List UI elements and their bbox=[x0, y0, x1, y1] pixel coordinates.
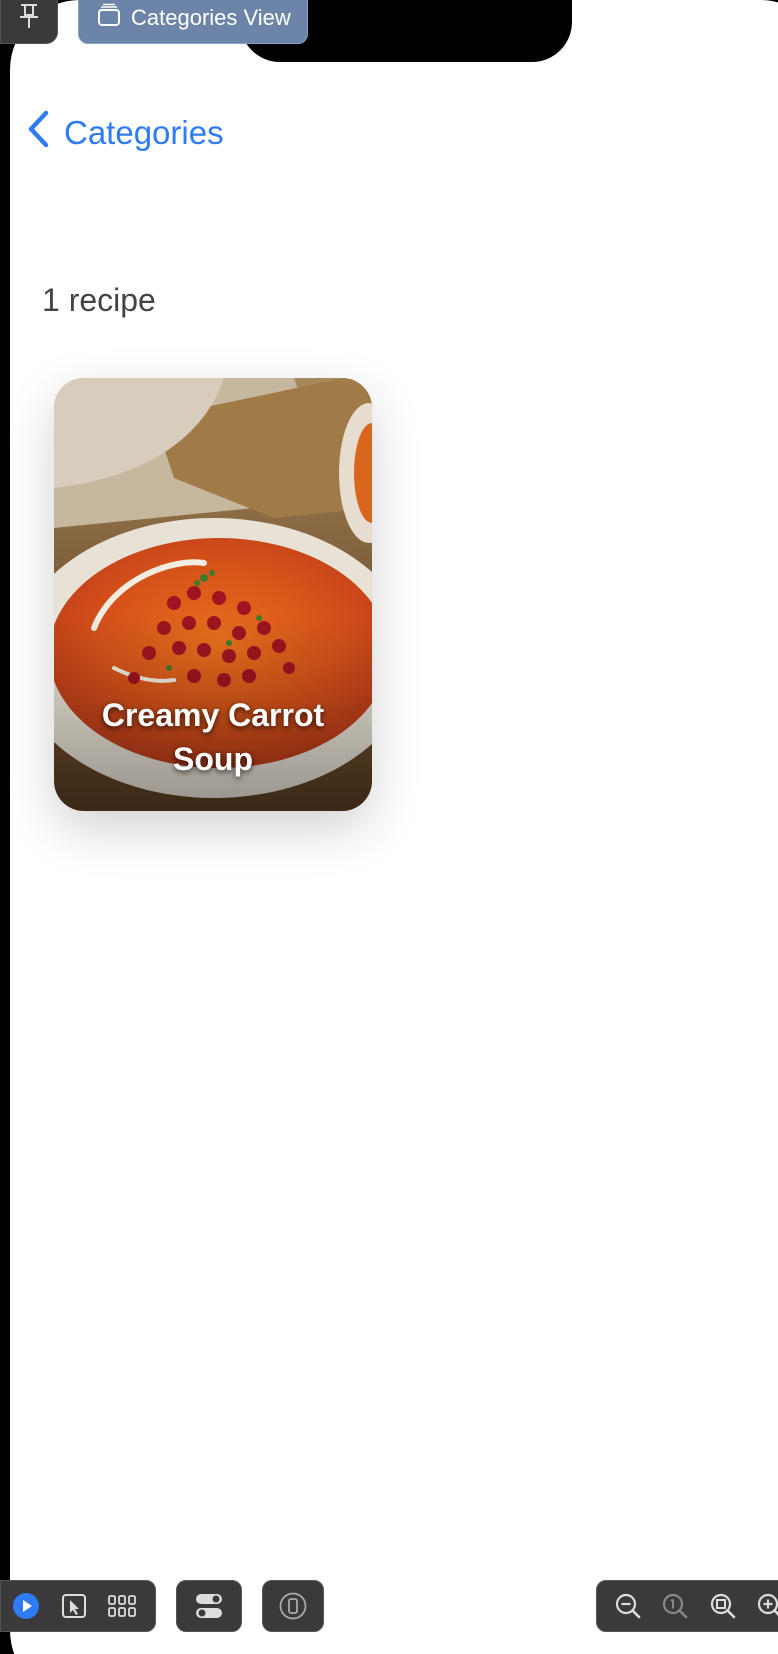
selectable-mode-button[interactable] bbox=[59, 1591, 89, 1621]
pin-preview-button[interactable] bbox=[0, 0, 58, 44]
toggle-settings-icon bbox=[196, 1594, 222, 1618]
canvas-settings-button[interactable] bbox=[194, 1591, 224, 1621]
recipe-title: Creamy Carrot Soup bbox=[101, 697, 325, 777]
zoom-in-icon bbox=[758, 1593, 778, 1616]
play-icon bbox=[13, 1593, 39, 1619]
recipe-count: 1 recipe bbox=[42, 282, 156, 318]
preview-name-label[interactable]: Categories View bbox=[78, 0, 308, 44]
chevron-left-icon bbox=[26, 110, 50, 156]
device-settings-button[interactable] bbox=[278, 1591, 308, 1621]
device-icon bbox=[279, 1592, 307, 1620]
device-screen: Categories 1 recipe Creamy Carrot Soup bbox=[10, 0, 778, 1654]
preview-mode-toolbar bbox=[0, 1580, 156, 1632]
recipe-card[interactable]: Creamy Carrot Soup bbox=[54, 378, 372, 811]
canvas-settings-toolbar bbox=[176, 1580, 242, 1632]
variants-button[interactable] bbox=[107, 1591, 137, 1621]
zoom-actual-size-button[interactable] bbox=[661, 1591, 691, 1621]
preview-name-text: Categories View bbox=[131, 5, 291, 30]
zoom-actual-size-icon bbox=[663, 1593, 688, 1619]
live-preview-button[interactable] bbox=[11, 1591, 41, 1621]
pin-icon bbox=[17, 2, 41, 35]
zoom-in-button[interactable] bbox=[756, 1591, 778, 1621]
device-settings-toolbar bbox=[262, 1580, 324, 1632]
zoom-fit-button[interactable] bbox=[708, 1591, 738, 1621]
canvas-stage: Categories 1 recipe Creamy Carrot Soup C… bbox=[0, 0, 778, 1654]
window-stack-icon bbox=[97, 3, 121, 33]
zoom-out-button[interactable] bbox=[613, 1591, 643, 1621]
back-button-label: Categories bbox=[64, 114, 224, 151]
grid-icon bbox=[108, 1595, 136, 1617]
zoom-fit-icon bbox=[710, 1593, 736, 1619]
cursor-select-icon bbox=[62, 1594, 86, 1618]
zoom-toolbar bbox=[596, 1580, 778, 1632]
back-button[interactable]: Categories bbox=[26, 110, 224, 156]
zoom-out-icon bbox=[615, 1593, 641, 1619]
